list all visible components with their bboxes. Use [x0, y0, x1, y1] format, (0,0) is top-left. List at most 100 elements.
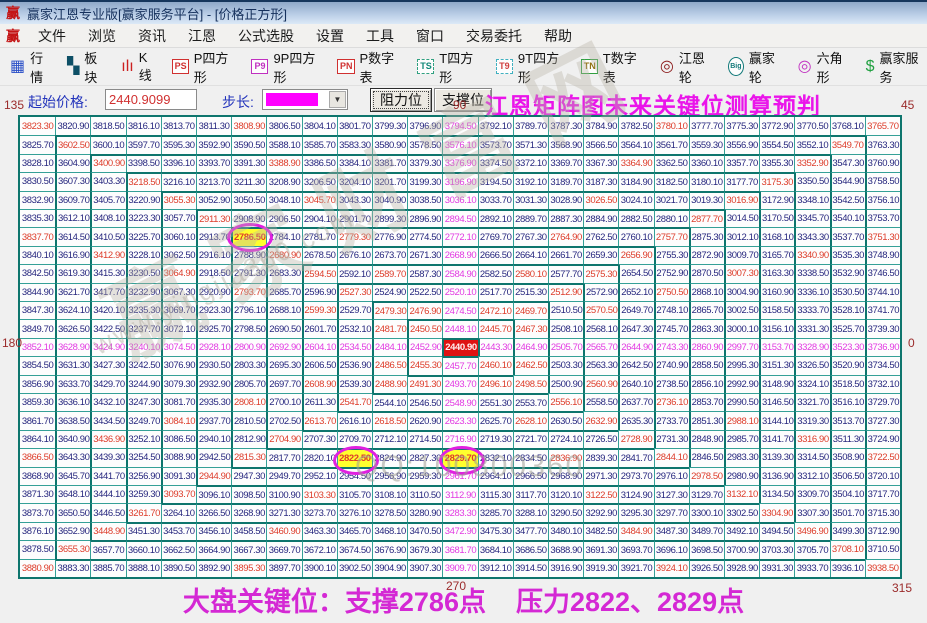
- step-color-dropdown[interactable]: ▼: [262, 89, 348, 110]
- grid-cell: 2865.70: [689, 301, 724, 319]
- grid-cell: 2793.70: [231, 283, 266, 301]
- step-color-swatch: [266, 93, 318, 106]
- grid-cell: 2628.10: [513, 411, 548, 429]
- grid-cell: 3420.10: [90, 301, 125, 319]
- grid-cell: 2462.50: [513, 356, 548, 374]
- grid-cell: 2548.90: [442, 393, 477, 411]
- grid-cell: 2815.30: [231, 448, 266, 466]
- toolbar-button[interactable]: $赢家服务: [866, 48, 927, 86]
- grid-cell: 3492.10: [724, 522, 759, 540]
- menu-item[interactable]: 江恩: [177, 24, 227, 48]
- grid-cell: 2527.30: [337, 283, 372, 301]
- grid-cell: 3789.70: [513, 117, 548, 135]
- grid-cell: 3141.70: [759, 430, 794, 448]
- grid-cell: 2808.10: [231, 393, 266, 411]
- toolbar-button[interactable]: ◎江恩轮: [660, 48, 714, 86]
- menu-item[interactable]: 设置: [305, 24, 355, 48]
- grid-cell: 3024.10: [618, 191, 653, 209]
- sectors-icon: ▚: [67, 59, 79, 75]
- grid-cell: 3784.90: [583, 117, 618, 135]
- grid-cell: 3796.90: [407, 117, 442, 135]
- grid-cell: 2484.10: [372, 338, 407, 356]
- grid-cell: 3888.10: [126, 559, 161, 577]
- grid-cell: 3172.90: [759, 191, 794, 209]
- toolbar-button[interactable]: ▚板块: [67, 48, 107, 86]
- grid-cell: 2474.50: [442, 301, 477, 319]
- toolbar-button[interactable]: TNT数字表: [581, 48, 646, 86]
- menu-item[interactable]: 文件: [27, 24, 77, 48]
- toolbar-button[interactable]: P99P四方形: [251, 48, 323, 86]
- grid-cell: 3312.10: [794, 467, 829, 485]
- toolbar-button[interactable]: PNP数字表: [337, 48, 403, 86]
- p-square-icon: PS: [172, 59, 189, 74]
- grid-cell: 3614.50: [55, 227, 90, 245]
- grid-cell: 2642.50: [618, 356, 653, 374]
- grid-cell: 2575.30: [583, 264, 618, 282]
- chevron-down-icon[interactable]: ▼: [329, 91, 346, 108]
- 9p-square-icon: P9: [251, 59, 268, 74]
- grid-cell: 3564.10: [618, 135, 653, 153]
- grid-cell: 2743.30: [654, 338, 689, 356]
- grid-cell: 2971.30: [583, 467, 618, 485]
- grid-cell: 2827.30: [407, 448, 442, 466]
- grid-cell: 3681.70: [442, 540, 477, 558]
- grid-cell: 3775.30: [724, 117, 759, 135]
- toolbar-button[interactable]: ▦行情: [10, 48, 53, 86]
- grid-cell: 3883.30: [55, 559, 90, 577]
- toolbar-button[interactable]: ◎六角形: [798, 48, 852, 86]
- grid-cell: 2961.70: [442, 467, 477, 485]
- grid-cell: 2956.90: [372, 467, 407, 485]
- grid-cell: 2618.50: [372, 411, 407, 429]
- grid-cell: 2709.70: [337, 430, 372, 448]
- toolbar-button-label: 六角形: [817, 48, 852, 86]
- toolbar-button[interactable]: T99T四方形: [496, 48, 567, 86]
- grid-cell: 2882.50: [618, 209, 653, 227]
- toolbar-button-label: 江恩轮: [679, 48, 714, 86]
- grid-cell: 3453.70: [161, 522, 196, 540]
- grid-cell: 3127.30: [654, 485, 689, 503]
- grid-cell: 2920.90: [196, 283, 231, 301]
- toolbar-button[interactable]: PSP四方形: [172, 48, 238, 86]
- grid-cell: 3823.30: [20, 117, 55, 135]
- grid-cell: 3616.90: [55, 246, 90, 264]
- toolbar-button[interactable]: TST四方形: [417, 48, 482, 86]
- grid-cell: 3585.70: [302, 135, 337, 153]
- toolbar-button[interactable]: ılıK线: [121, 50, 157, 84]
- menu-item[interactable]: 交易委托: [455, 24, 533, 48]
- grid-cell: 3631.30: [55, 356, 90, 374]
- toolbar-button-label: 赢家服务: [880, 48, 927, 86]
- start-price-input[interactable]: [105, 89, 197, 110]
- grid-cell: 3304.90: [759, 503, 794, 521]
- grid-cell: 3014.50: [724, 209, 759, 227]
- grid-cell: 3652.90: [55, 522, 90, 540]
- grid-cell: 2812.90: [231, 430, 266, 448]
- grid-cell: 3256.90: [126, 467, 161, 485]
- grid-cell: 3600.10: [90, 135, 125, 153]
- grid-cell: 3856.90: [20, 375, 55, 393]
- grid-cell: 3554.50: [759, 135, 794, 153]
- menu-item[interactable]: 工具: [355, 24, 405, 48]
- grid-cell: 3230.50: [126, 264, 161, 282]
- angle-label-180: 180: [2, 336, 22, 350]
- grid-cell: 3448.90: [90, 522, 125, 540]
- grid-cell: 3655.30: [55, 540, 90, 558]
- menu-item[interactable]: 资讯: [127, 24, 177, 48]
- resistance-button[interactable]: 阻力位: [370, 88, 432, 112]
- grid-cell: 3086.50: [161, 430, 196, 448]
- grid-cell: 3480.10: [548, 522, 583, 540]
- toolbar-button[interactable]: Big赢家轮: [728, 48, 784, 86]
- menu-item[interactable]: 公式选股: [227, 24, 305, 48]
- grid-cell: 3609.70: [55, 191, 90, 209]
- grid-cell: 3381.70: [372, 154, 407, 172]
- grid-cell: 2853.70: [689, 393, 724, 411]
- grid-cell: 2791.30: [231, 264, 266, 282]
- grid-cell: 3316.90: [794, 430, 829, 448]
- grid-cell: 3064.90: [161, 264, 196, 282]
- menu-item[interactable]: 浏览: [77, 24, 127, 48]
- grid-cell: 3624.10: [55, 301, 90, 319]
- grid-cell: 2678.50: [302, 246, 337, 264]
- menu-item[interactable]: 窗口: [405, 24, 455, 48]
- menu-item[interactable]: 帮助: [533, 24, 583, 48]
- grid-cell: 3439.30: [90, 448, 125, 466]
- grid-cell: 3799.30: [372, 117, 407, 135]
